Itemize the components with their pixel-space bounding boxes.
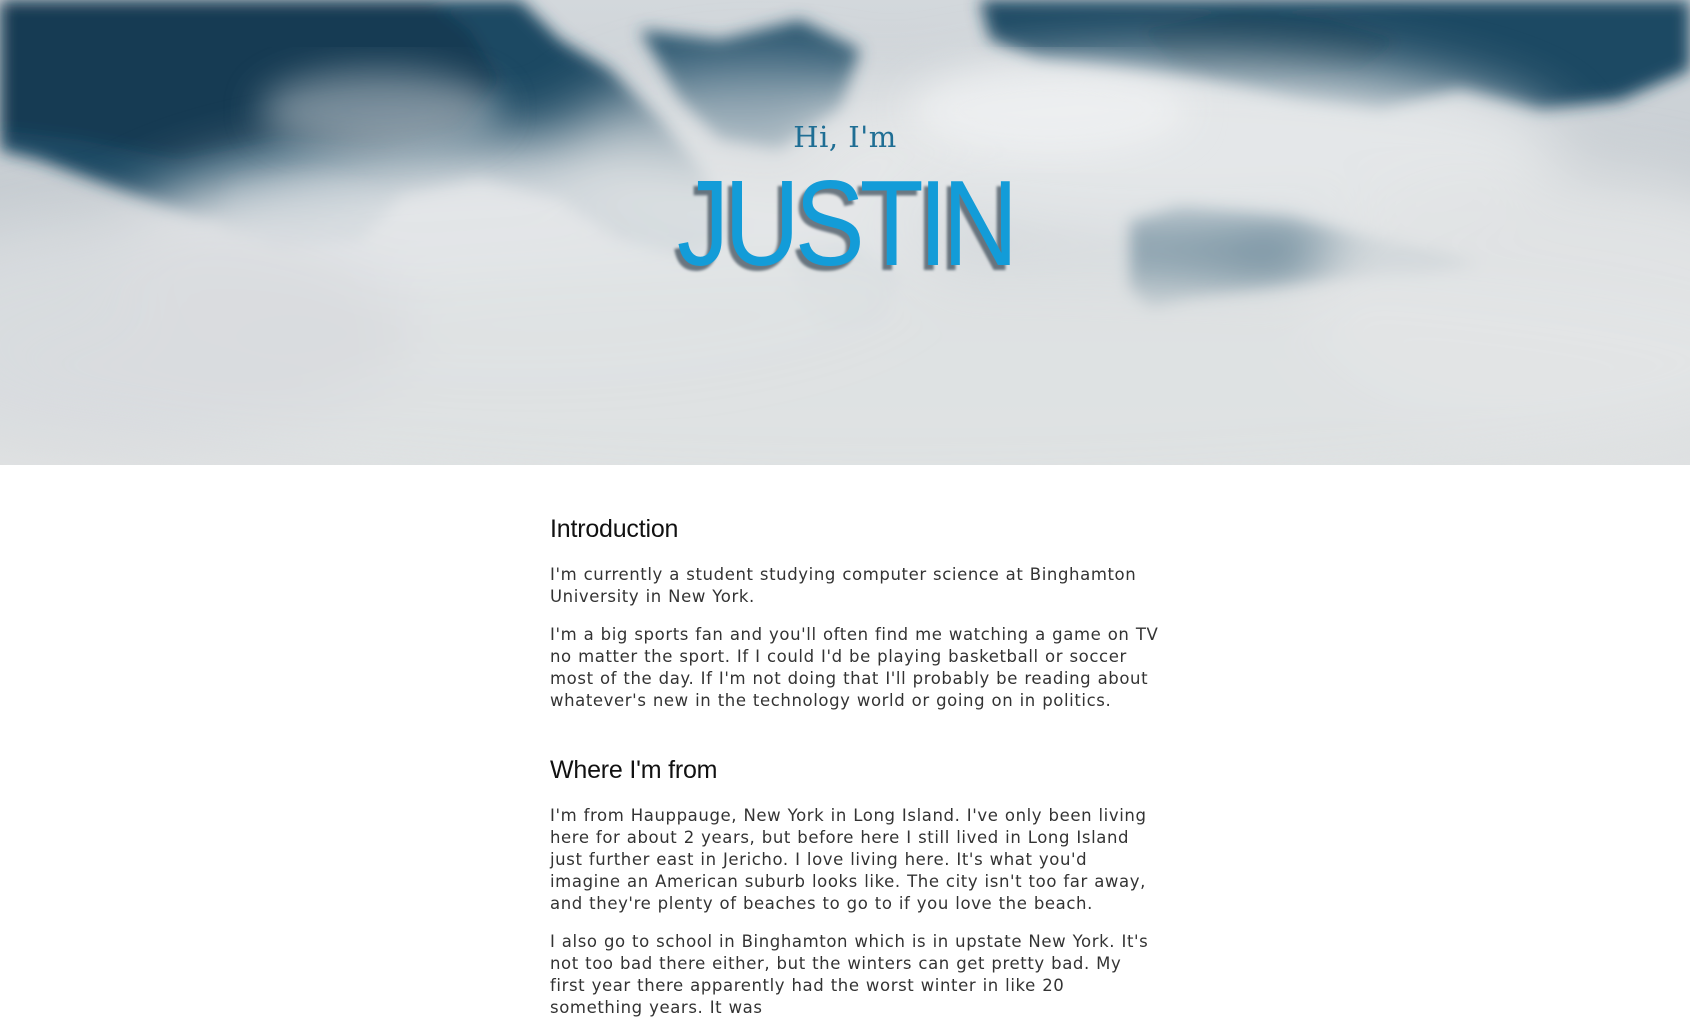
main-content: Introduction I'm currently a student stu… (550, 490, 1160, 1035)
hero-greeting: Hi, I'm (793, 120, 897, 154)
hero-name-title: JUSTIN (676, 155, 1018, 291)
where-from-section: Where I'm from I'm from Hauppauge, New Y… (550, 756, 1160, 1019)
paragraph: I also go to school in Binghamton which … (550, 932, 1149, 1017)
introduction-section: Introduction I'm currently a student stu… (550, 515, 1160, 712)
hero-banner: Hi, I'm JUSTIN (0, 0, 1690, 465)
paragraph: I'm from Hauppauge, New York in Long Isl… (550, 806, 1147, 913)
section-heading: Where I'm from (550, 756, 718, 784)
section-heading: Introduction (550, 515, 679, 543)
paragraph: I'm currently a student studying compute… (550, 565, 1137, 606)
paragraph: I'm a big sports fan and you'll often fi… (550, 625, 1159, 710)
